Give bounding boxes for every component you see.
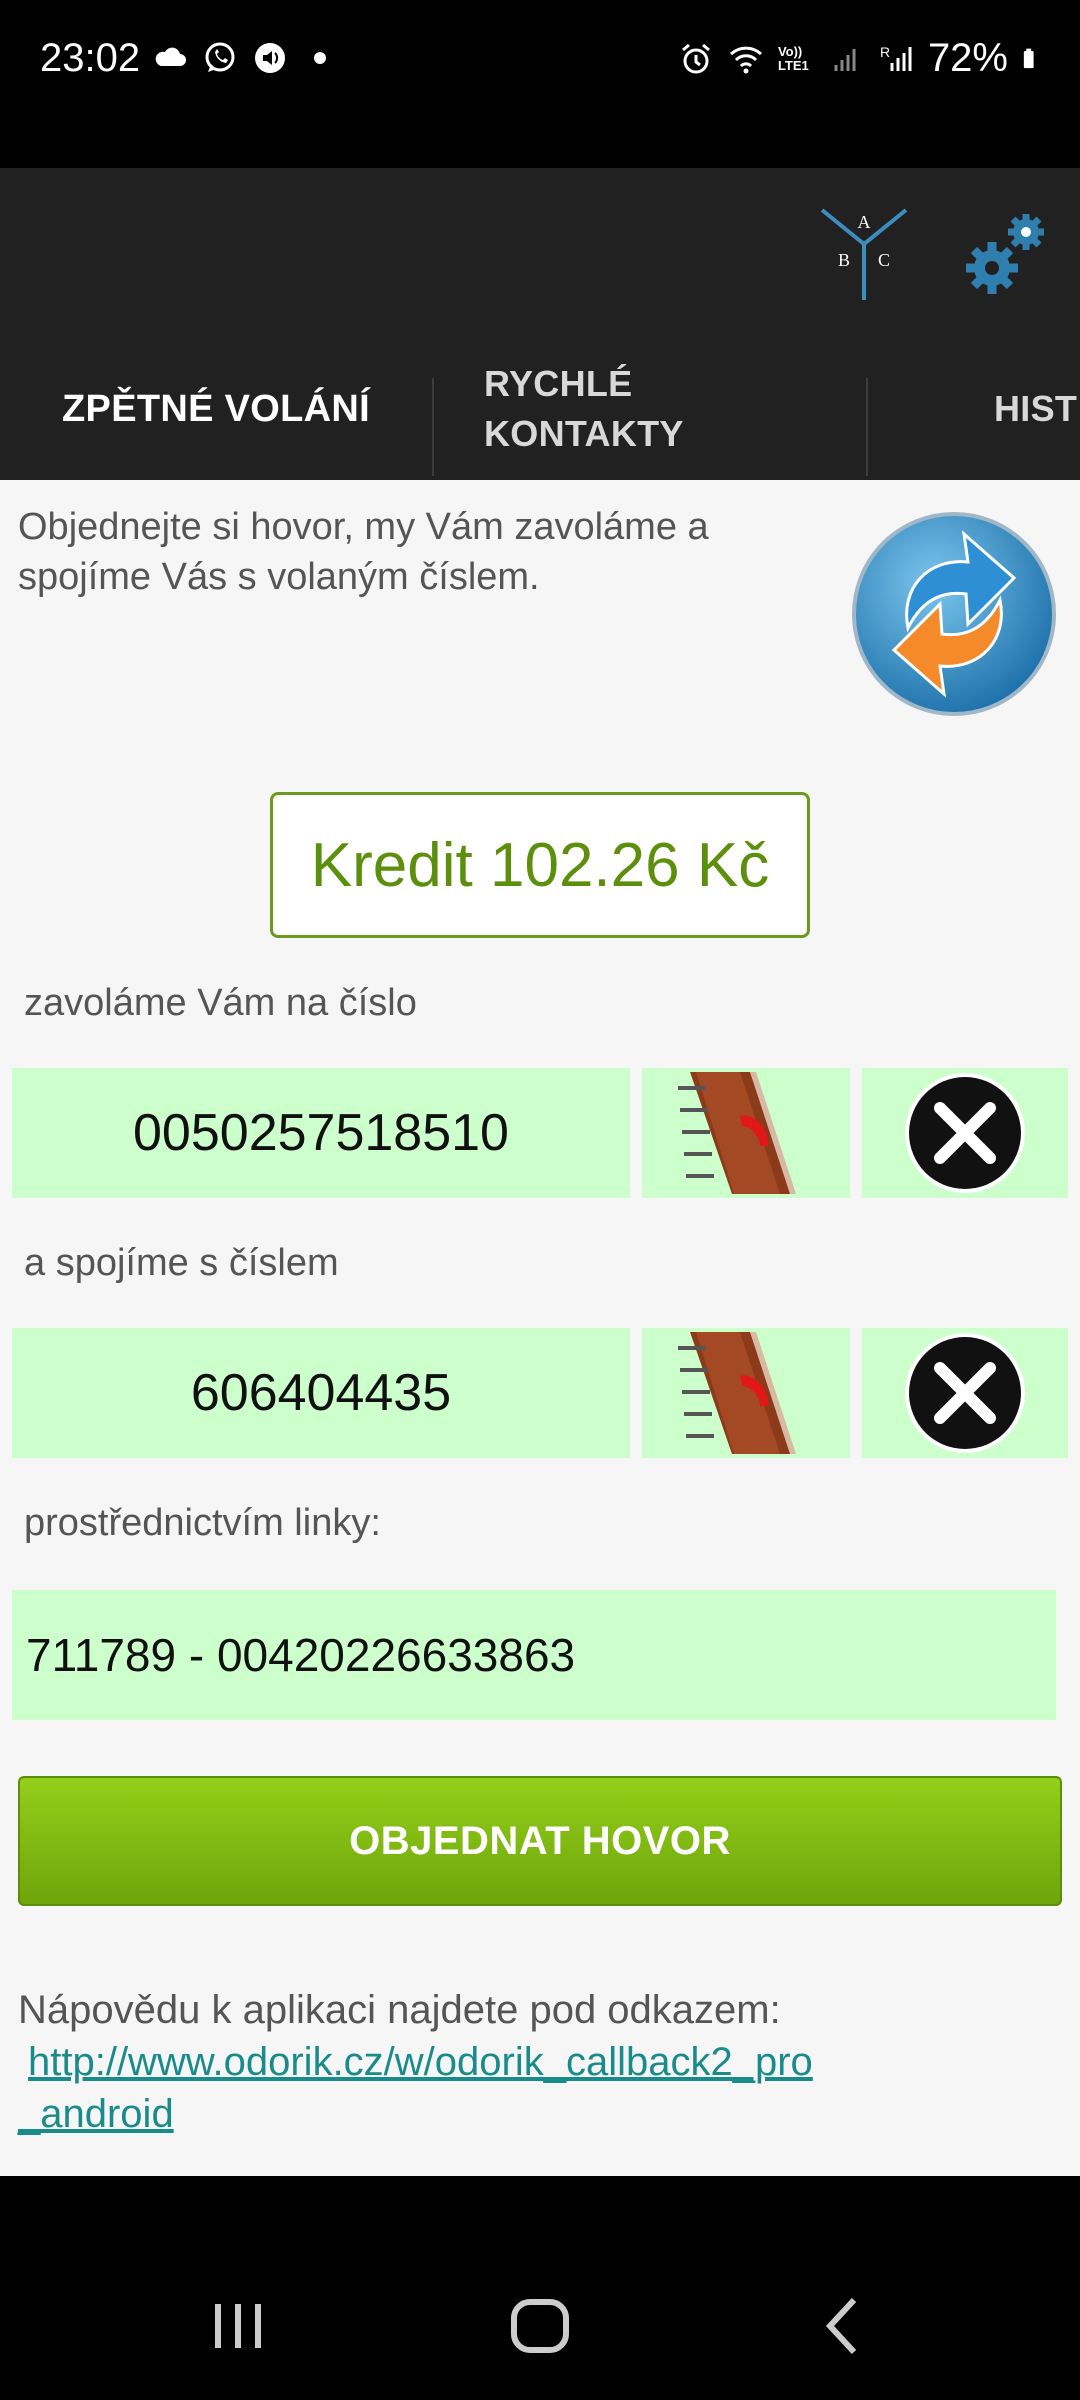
volte-icon: Vo)) LTE1 (777, 43, 809, 73)
call-to-label: zavoláme Vám na číslo (24, 982, 417, 1024)
line-select[interactable]: 711789 - 00420226633863 (12, 1590, 1056, 1720)
cloud-icon (155, 47, 186, 66)
contacts-book-button[interactable] (642, 1328, 850, 1458)
phonebook-icon (678, 1072, 796, 1194)
abc-contacts-icon[interactable]: A B C (818, 204, 910, 304)
abc-letter-b: B (838, 250, 850, 270)
intro-text: Objednejte si hovor, my Vám zavoláme a s… (18, 506, 709, 598)
tab-divider (432, 378, 434, 476)
contacts-book-button[interactable] (642, 1068, 850, 1198)
clear-x-icon (905, 1333, 1025, 1453)
credit-display: Kredit 102.26 Kč (270, 792, 810, 938)
settings-gear-icon[interactable] (964, 208, 1054, 300)
callback-panel: Objednejte si hovor, my Vám zavoláme a s… (0, 480, 1080, 2176)
help-link-line1[interactable]: http://www.odorik.cz/w/odorik_callback2_… (28, 2040, 813, 2084)
volume-icon (255, 43, 285, 73)
tab-divider (866, 378, 868, 476)
order-call-button[interactable]: OBJEDNAT HOVOR (18, 1776, 1062, 1906)
signal-icon (834, 48, 856, 71)
help-link[interactable]: http://www.odorik.cz/w/odorik_callback2_… (18, 2036, 1058, 2088)
call-to-number-input[interactable]: 0050257518510 (12, 1068, 630, 1198)
connect-number-input[interactable]: 606404435 (12, 1328, 630, 1458)
wifi-icon (729, 46, 762, 73)
recent-apps-icon[interactable] (198, 2286, 278, 2366)
tab-label: HIST (994, 388, 1078, 429)
status-time: 23:02 (40, 36, 141, 80)
abc-letter-a: A (858, 212, 871, 232)
tab-historie[interactable]: HIST (994, 338, 1080, 480)
status-right-icons: Vo)) LTE1 R 72% (678, 36, 1044, 81)
tab-label-line1: RYCHLÉ (484, 363, 633, 404)
status-left-icons (152, 40, 338, 76)
app-bar: A B C ZPĚTNÉ VOLÁNÍ RYCHLÉ KONTAKTY HIST (0, 168, 1080, 650)
help-link-line2[interactable]: _android (18, 2092, 174, 2136)
tab-label: ZPĚTNÉ VOLÁNÍ (62, 387, 370, 430)
whatsapp-icon (205, 42, 235, 72)
system-nav-bar (0, 2176, 1080, 2400)
svg-text:R: R (880, 44, 890, 60)
callback-sync-icon (852, 512, 1056, 716)
help-section: Nápovědu k aplikaci najdete pod odkazem:… (18, 1984, 1058, 2140)
dot-icon (314, 52, 326, 64)
home-icon[interactable] (500, 2286, 580, 2366)
line-label: prostřednictvím linky: (24, 1502, 381, 1544)
back-icon[interactable] (804, 2286, 884, 2366)
help-text: Nápovědu k aplikaci najdete pod odkazem: (18, 1988, 781, 2032)
abc-letter-c: C (878, 250, 890, 270)
signal-r-icon: R (880, 44, 912, 71)
battery-text: 72% (927, 36, 1008, 80)
clear-connect-button[interactable] (862, 1328, 1068, 1458)
tab-bar: ZPĚTNÉ VOLÁNÍ RYCHLÉ KONTAKTY HIST (0, 338, 1080, 650)
clear-x-icon (905, 1073, 1025, 1193)
status-bar: 23:02 Vo)) LTE1 R 72% (0, 0, 1080, 168)
connect-with-label: a spojíme s číslem (24, 1242, 339, 1284)
phonebook-icon (678, 1332, 796, 1454)
tab-zpetne-volani[interactable]: ZPĚTNÉ VOLÁNÍ (0, 338, 432, 480)
battery-icon (1023, 48, 1034, 68)
tab-rychle-kontakty[interactable]: RYCHLÉ KONTAKTY (484, 338, 864, 480)
alarm-icon (681, 43, 710, 73)
clear-call-to-button[interactable] (862, 1068, 1068, 1198)
help-link-cont[interactable]: _android (18, 2088, 1058, 2140)
tab-label-line2: KONTAKTY (484, 413, 684, 454)
